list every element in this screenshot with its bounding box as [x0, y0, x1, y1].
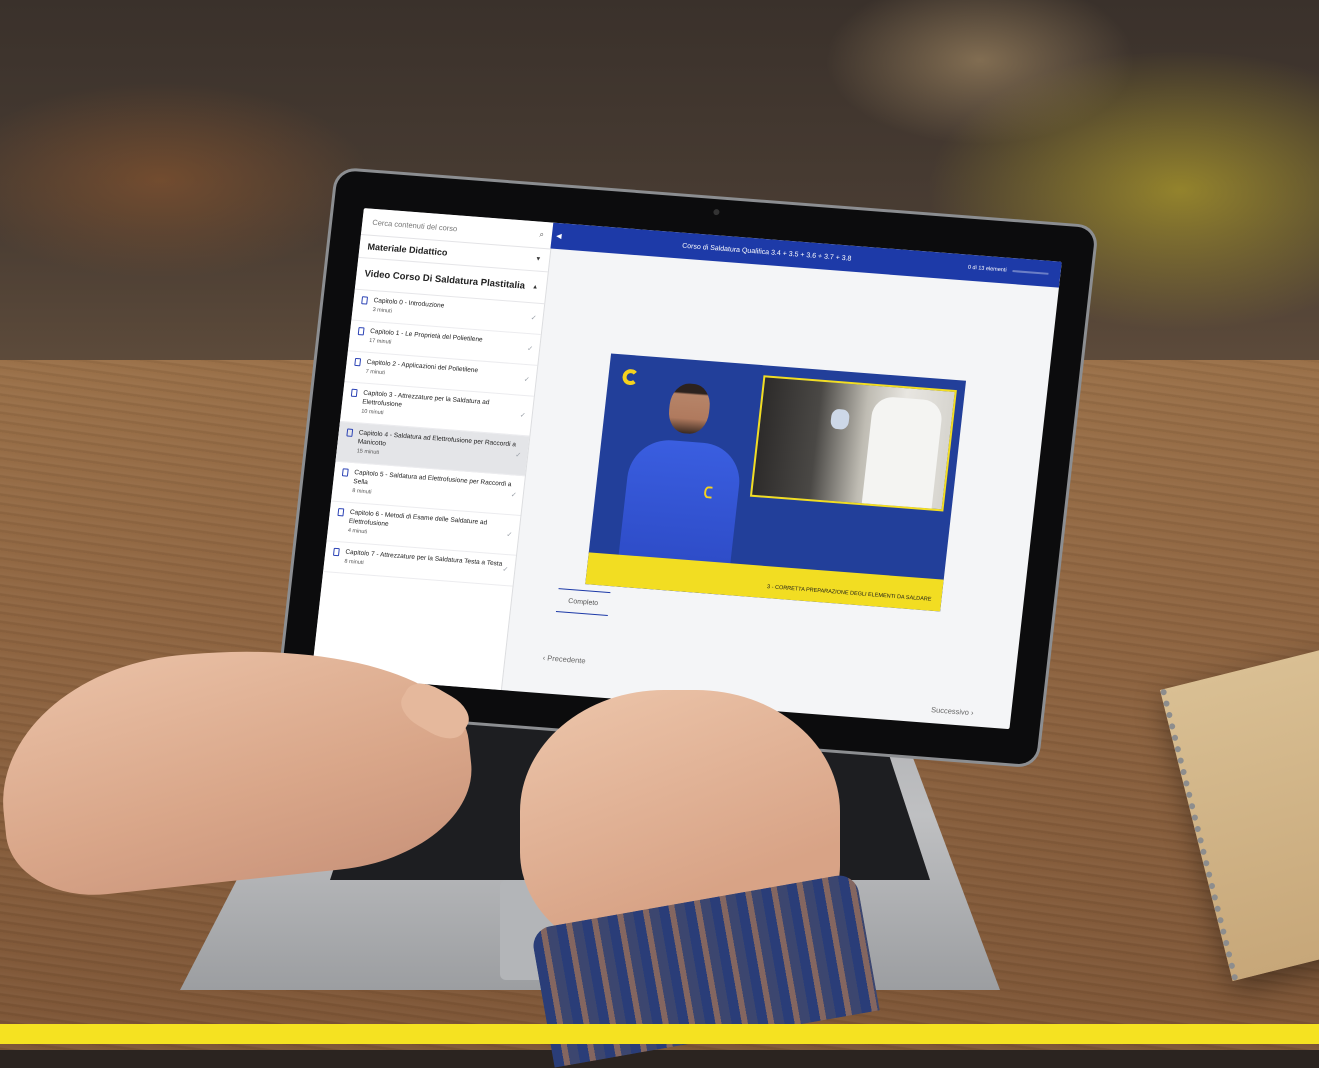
document-icon	[333, 548, 340, 556]
progress-label: 0 di 13 elementi	[967, 265, 1006, 274]
lesson-title: Capitolo 6 - Metodi di Esame delle Salda…	[348, 509, 487, 528]
collapse-sidebar-icon[interactable]: ◀	[551, 232, 566, 241]
document-icon	[342, 468, 349, 476]
chevron-up-icon: ▲	[532, 284, 539, 290]
next-link[interactable]: Successivo ›	[931, 705, 974, 717]
course-player-screen: ⌕ Materiale Didattico ▼ Video Corso Di S…	[311, 208, 1061, 729]
search-input[interactable]	[370, 216, 525, 239]
brand-yellow-bar	[0, 1024, 1319, 1044]
check-icon: ✓	[527, 345, 534, 354]
gloved-hand	[830, 409, 850, 430]
document-icon	[346, 428, 353, 436]
plastitalia-logo	[622, 368, 640, 385]
lab-coat-figure	[862, 396, 944, 509]
check-icon: ✓	[519, 411, 526, 420]
chevron-down-icon: ▼	[535, 256, 542, 262]
document-icon	[354, 358, 361, 366]
complete-button[interactable]: Completo	[556, 588, 611, 616]
document-icon	[351, 389, 358, 397]
lesson-title: Capitolo 3 - Attrezzature per la Saldatu…	[362, 390, 490, 409]
document-icon	[361, 296, 368, 304]
presenter-head	[667, 382, 712, 435]
shirt-logo	[703, 486, 712, 499]
inset-footage	[750, 375, 957, 511]
video-player[interactable]: 3 - CORRETTA PREPARAZIONE DEGLI ELEMENTI…	[585, 353, 966, 611]
check-icon: ✓	[506, 530, 513, 539]
check-icon: ✓	[502, 565, 509, 574]
check-icon: ✓	[510, 490, 517, 499]
progress-bar	[1012, 270, 1048, 275]
search-icon[interactable]: ⌕	[539, 230, 545, 240]
caption-stripe	[585, 552, 944, 611]
check-icon: ✓	[530, 314, 537, 323]
section-title: Video Corso Di Saldatura Plastitalia	[364, 268, 526, 291]
check-icon: ✓	[523, 375, 530, 384]
section-title: Materiale Didattico	[367, 242, 448, 258]
document-icon	[358, 327, 365, 335]
check-icon: ✓	[515, 450, 522, 459]
previous-link[interactable]: ‹ Precedente	[542, 653, 586, 665]
document-icon	[337, 508, 344, 516]
